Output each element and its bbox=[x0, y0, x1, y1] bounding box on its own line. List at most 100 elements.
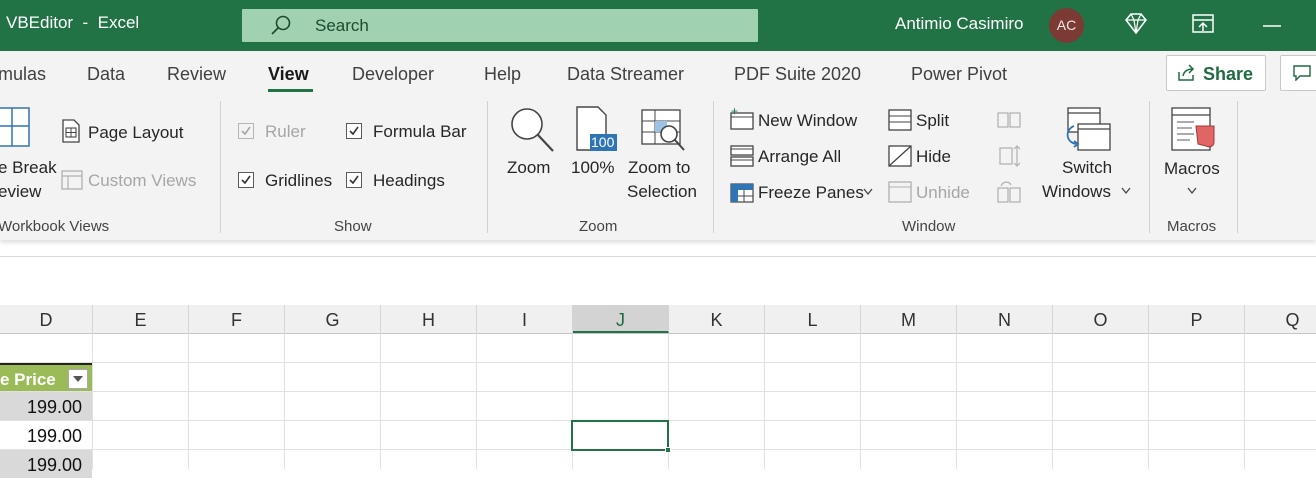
column-gridline bbox=[284, 333, 285, 469]
gridlines-checkbox[interactable] bbox=[238, 172, 254, 188]
column-header-j[interactable]: J bbox=[573, 305, 669, 333]
view-side-by-side-icon bbox=[997, 112, 1021, 128]
column-gridline bbox=[380, 333, 381, 469]
column-header-n[interactable]: N bbox=[957, 305, 1053, 333]
new-window-icon[interactable]: + bbox=[729, 107, 755, 131]
split-icon[interactable] bbox=[887, 108, 913, 132]
tab-formulas[interactable]: mulas bbox=[0, 64, 46, 85]
table-header-label: e Price bbox=[0, 370, 56, 389]
tab-help[interactable]: Help bbox=[484, 64, 521, 85]
user-name[interactable]: Antimio Casimiro bbox=[895, 14, 1023, 34]
reset-window-position-icon bbox=[997, 181, 1021, 203]
unhide-label: Unhide bbox=[916, 183, 970, 202]
table-cell[interactable]: 199.00 bbox=[0, 450, 92, 478]
page-layout-label[interactable]: Page Layout bbox=[88, 123, 183, 143]
table-cell[interactable]: 199.00 bbox=[0, 421, 92, 449]
avatar[interactable]: AC bbox=[1049, 8, 1084, 43]
column-gridline bbox=[188, 333, 189, 469]
row-gridline bbox=[0, 391, 1316, 392]
window-group-label: Window bbox=[902, 218, 956, 235]
headings-label[interactable]: Headings bbox=[373, 171, 445, 191]
arrange-all-label[interactable]: Arrange All bbox=[758, 147, 841, 167]
group-separator bbox=[713, 101, 714, 233]
arrange-all-icon[interactable] bbox=[729, 144, 755, 168]
fill-handle[interactable] bbox=[665, 447, 671, 453]
search-placeholder[interactable]: Search bbox=[315, 16, 369, 36]
column-header-g[interactable]: G bbox=[285, 305, 381, 333]
zoom-to-selection-icon[interactable] bbox=[640, 108, 688, 154]
switch-windows-icon[interactable] bbox=[1060, 106, 1112, 154]
tab-review[interactable]: Review bbox=[167, 64, 226, 85]
formula-bar-checkbox[interactable] bbox=[346, 123, 362, 139]
tab-developer[interactable]: Developer bbox=[352, 64, 434, 85]
ruler-checkbox bbox=[238, 123, 254, 139]
column-gridline bbox=[476, 333, 477, 469]
cell-value: 199.00 bbox=[26, 455, 82, 475]
search-box[interactable]: Search bbox=[242, 9, 758, 42]
group-separator bbox=[1237, 101, 1238, 233]
gridlines-label[interactable]: Gridlines bbox=[265, 171, 332, 191]
page-break-preview-label-2[interactable]: eview bbox=[0, 182, 41, 202]
tab-view[interactable]: View bbox=[268, 64, 309, 85]
column-header-e[interactable]: E bbox=[93, 305, 189, 333]
zoom-to-selection-label-2[interactable]: Selection bbox=[627, 182, 697, 202]
macros-label[interactable]: Macros bbox=[1164, 159, 1220, 179]
switch-windows-label-2[interactable]: Windows bbox=[1042, 182, 1111, 202]
chevron-down-icon[interactable] bbox=[1121, 187, 1131, 195]
page-layout-icon[interactable] bbox=[61, 119, 81, 143]
tab-pdf-suite[interactable]: PDF Suite 2020 bbox=[734, 64, 861, 85]
window-title: VBEditor - Excel bbox=[6, 13, 140, 32]
column-header-m[interactable]: M bbox=[861, 305, 957, 333]
cell-value: 199.00 bbox=[26, 426, 82, 446]
column-headers: D E F G H I J K L M N O P Q bbox=[0, 305, 1316, 334]
column-gridline bbox=[860, 333, 861, 469]
active-cell-selection[interactable] bbox=[571, 420, 669, 451]
column-header-o[interactable]: O bbox=[1053, 305, 1149, 333]
filter-dropdown-button[interactable] bbox=[68, 369, 88, 389]
macros-icon[interactable] bbox=[1170, 106, 1216, 154]
hide-icon[interactable] bbox=[887, 144, 913, 168]
formula-bar-label[interactable]: Formula Bar bbox=[373, 122, 467, 142]
tab-data[interactable]: Data bbox=[87, 64, 125, 85]
column-gridline bbox=[1052, 333, 1053, 469]
zoom-100-label[interactable]: 100% bbox=[571, 158, 614, 178]
tab-data-streamer[interactable]: Data Streamer bbox=[567, 64, 684, 85]
column-header-h[interactable]: H bbox=[381, 305, 477, 333]
chevron-down-icon[interactable] bbox=[1187, 187, 1197, 195]
show-group-label: Show bbox=[334, 218, 372, 235]
freeze-panes-label[interactable]: Freeze Panes bbox=[758, 183, 864, 203]
new-window-label[interactable]: New Window bbox=[758, 111, 857, 131]
column-header-k[interactable]: K bbox=[669, 305, 765, 333]
column-header-l[interactable]: L bbox=[765, 305, 861, 333]
split-label[interactable]: Split bbox=[916, 111, 949, 131]
ribbon-display-options-icon[interactable] bbox=[1191, 13, 1215, 35]
column-header-i[interactable]: I bbox=[477, 305, 573, 333]
headings-checkbox[interactable] bbox=[346, 172, 362, 188]
table-header-cell[interactable]: e Price bbox=[0, 363, 92, 391]
column-gridline bbox=[1148, 333, 1149, 469]
tab-power-pivot[interactable]: Power Pivot bbox=[911, 64, 1007, 85]
zoom-label[interactable]: Zoom bbox=[507, 158, 550, 178]
active-tab-indicator bbox=[268, 89, 313, 92]
comments-button[interactable] bbox=[1280, 55, 1316, 91]
column-header-p[interactable]: P bbox=[1149, 305, 1245, 333]
column-header-q[interactable]: Q bbox=[1245, 305, 1316, 333]
zoom-icon[interactable] bbox=[507, 106, 557, 154]
workbook-views-group-label: Workbook Views bbox=[0, 218, 110, 235]
chevron-down-icon[interactable] bbox=[863, 188, 873, 196]
table-cell[interactable]: 199.00 bbox=[0, 392, 92, 420]
column-header-f[interactable]: F bbox=[189, 305, 285, 333]
column-header-d[interactable]: D bbox=[0, 305, 93, 333]
formula-bar[interactable] bbox=[0, 256, 1316, 290]
minimize-icon[interactable] bbox=[1262, 24, 1282, 28]
share-button[interactable]: Share bbox=[1166, 55, 1266, 91]
zoom-to-selection-label[interactable]: Zoom to bbox=[628, 158, 690, 178]
switch-windows-label[interactable]: Switch bbox=[1062, 158, 1112, 178]
page-break-preview-label[interactable]: e Break bbox=[0, 158, 57, 178]
page-break-preview-icon[interactable] bbox=[0, 106, 32, 150]
freeze-panes-icon[interactable] bbox=[729, 180, 755, 204]
zoom-100-icon-text: 100 bbox=[591, 134, 615, 150]
diamond-icon[interactable] bbox=[1124, 12, 1148, 36]
hide-label[interactable]: Hide bbox=[916, 147, 951, 167]
ribbon-tabs: mulas Data Review View Developer Help Da… bbox=[0, 51, 1316, 98]
